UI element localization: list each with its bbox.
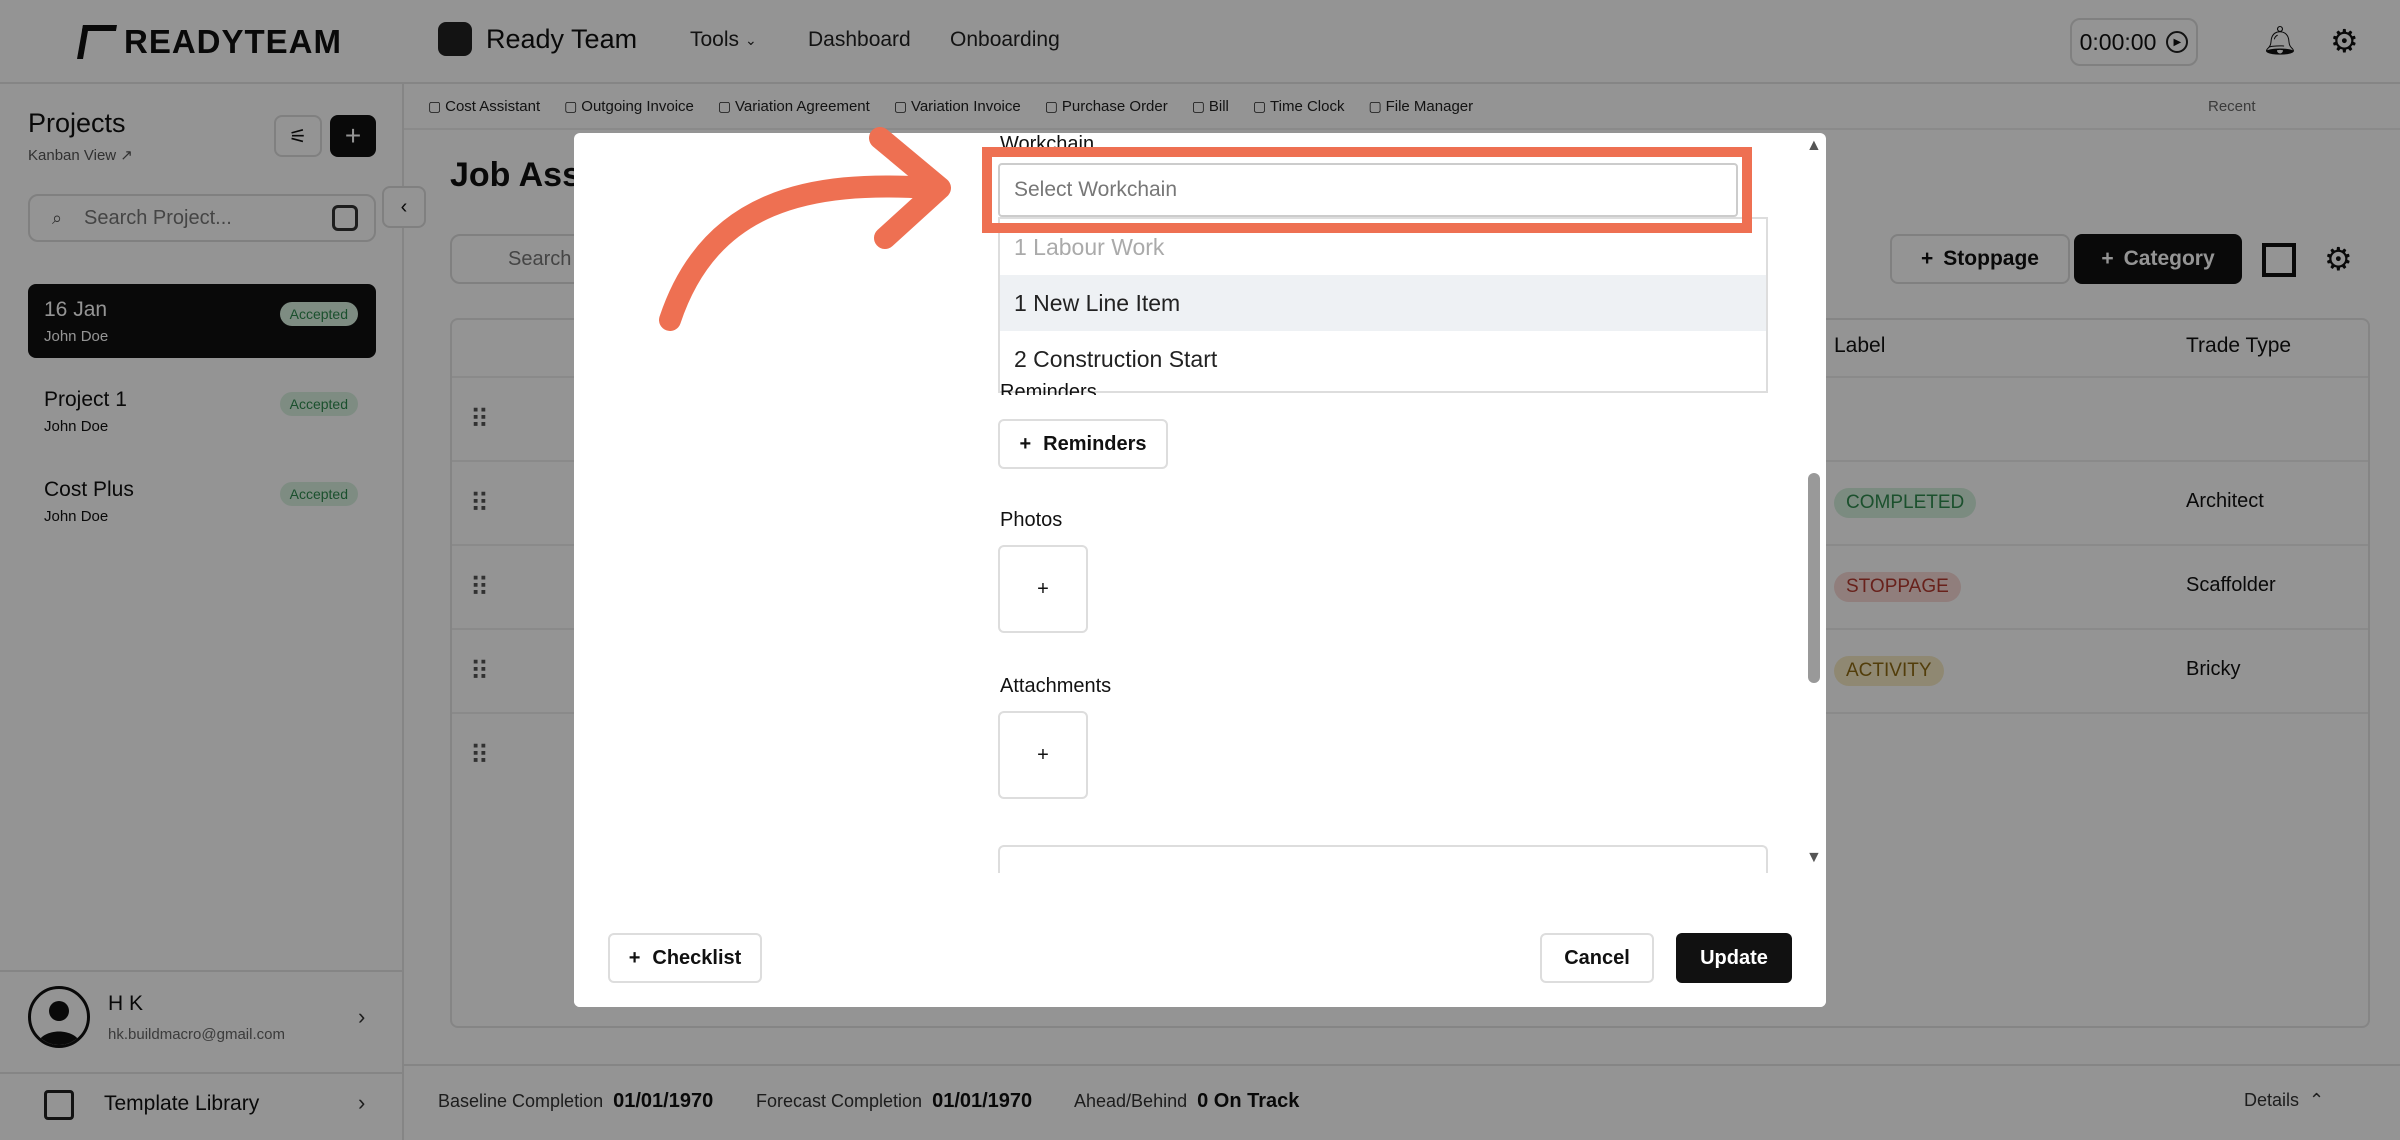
- add-checklist-button[interactable]: + Checklist: [608, 933, 762, 983]
- plus-icon: +: [1019, 432, 1032, 455]
- plus-icon: +: [1037, 743, 1049, 766]
- add-reminder-button[interactable]: + Reminders: [998, 419, 1168, 469]
- annotation-arrow-icon: [659, 127, 951, 331]
- update-button[interactable]: Update: [1676, 933, 1792, 983]
- workchain-option[interactable]: 1 New Line Item: [1000, 275, 1766, 331]
- photos-label: Photos: [1000, 509, 1063, 531]
- plus-icon: +: [628, 946, 641, 969]
- scrollbar-thumb[interactable]: [1808, 473, 1820, 683]
- workchain-dropdown: 1 Labour Work 1 New Line Item 2 Construc…: [998, 217, 1768, 393]
- add-attachment-button[interactable]: +: [998, 711, 1088, 799]
- highlight-box: [982, 147, 1752, 233]
- scroll-up-icon[interactable]: ▲: [1806, 137, 1822, 155]
- plus-icon: +: [1037, 577, 1049, 600]
- cancel-label: Cancel: [1564, 946, 1630, 969]
- checklist-label: Checklist: [652, 946, 742, 969]
- add-photo-button[interactable]: +: [998, 545, 1088, 633]
- cancel-button[interactable]: Cancel: [1540, 933, 1654, 983]
- attachments-label: Attachments: [1000, 675, 1112, 697]
- update-label: Update: [1700, 946, 1768, 969]
- scroll-down-icon[interactable]: ▼: [1806, 849, 1822, 867]
- reminders-button-label: Reminders: [1043, 432, 1147, 455]
- reminders-label: Reminders: [1000, 381, 1097, 395]
- workchain-option[interactable]: 2 Construction Start: [1000, 331, 1766, 387]
